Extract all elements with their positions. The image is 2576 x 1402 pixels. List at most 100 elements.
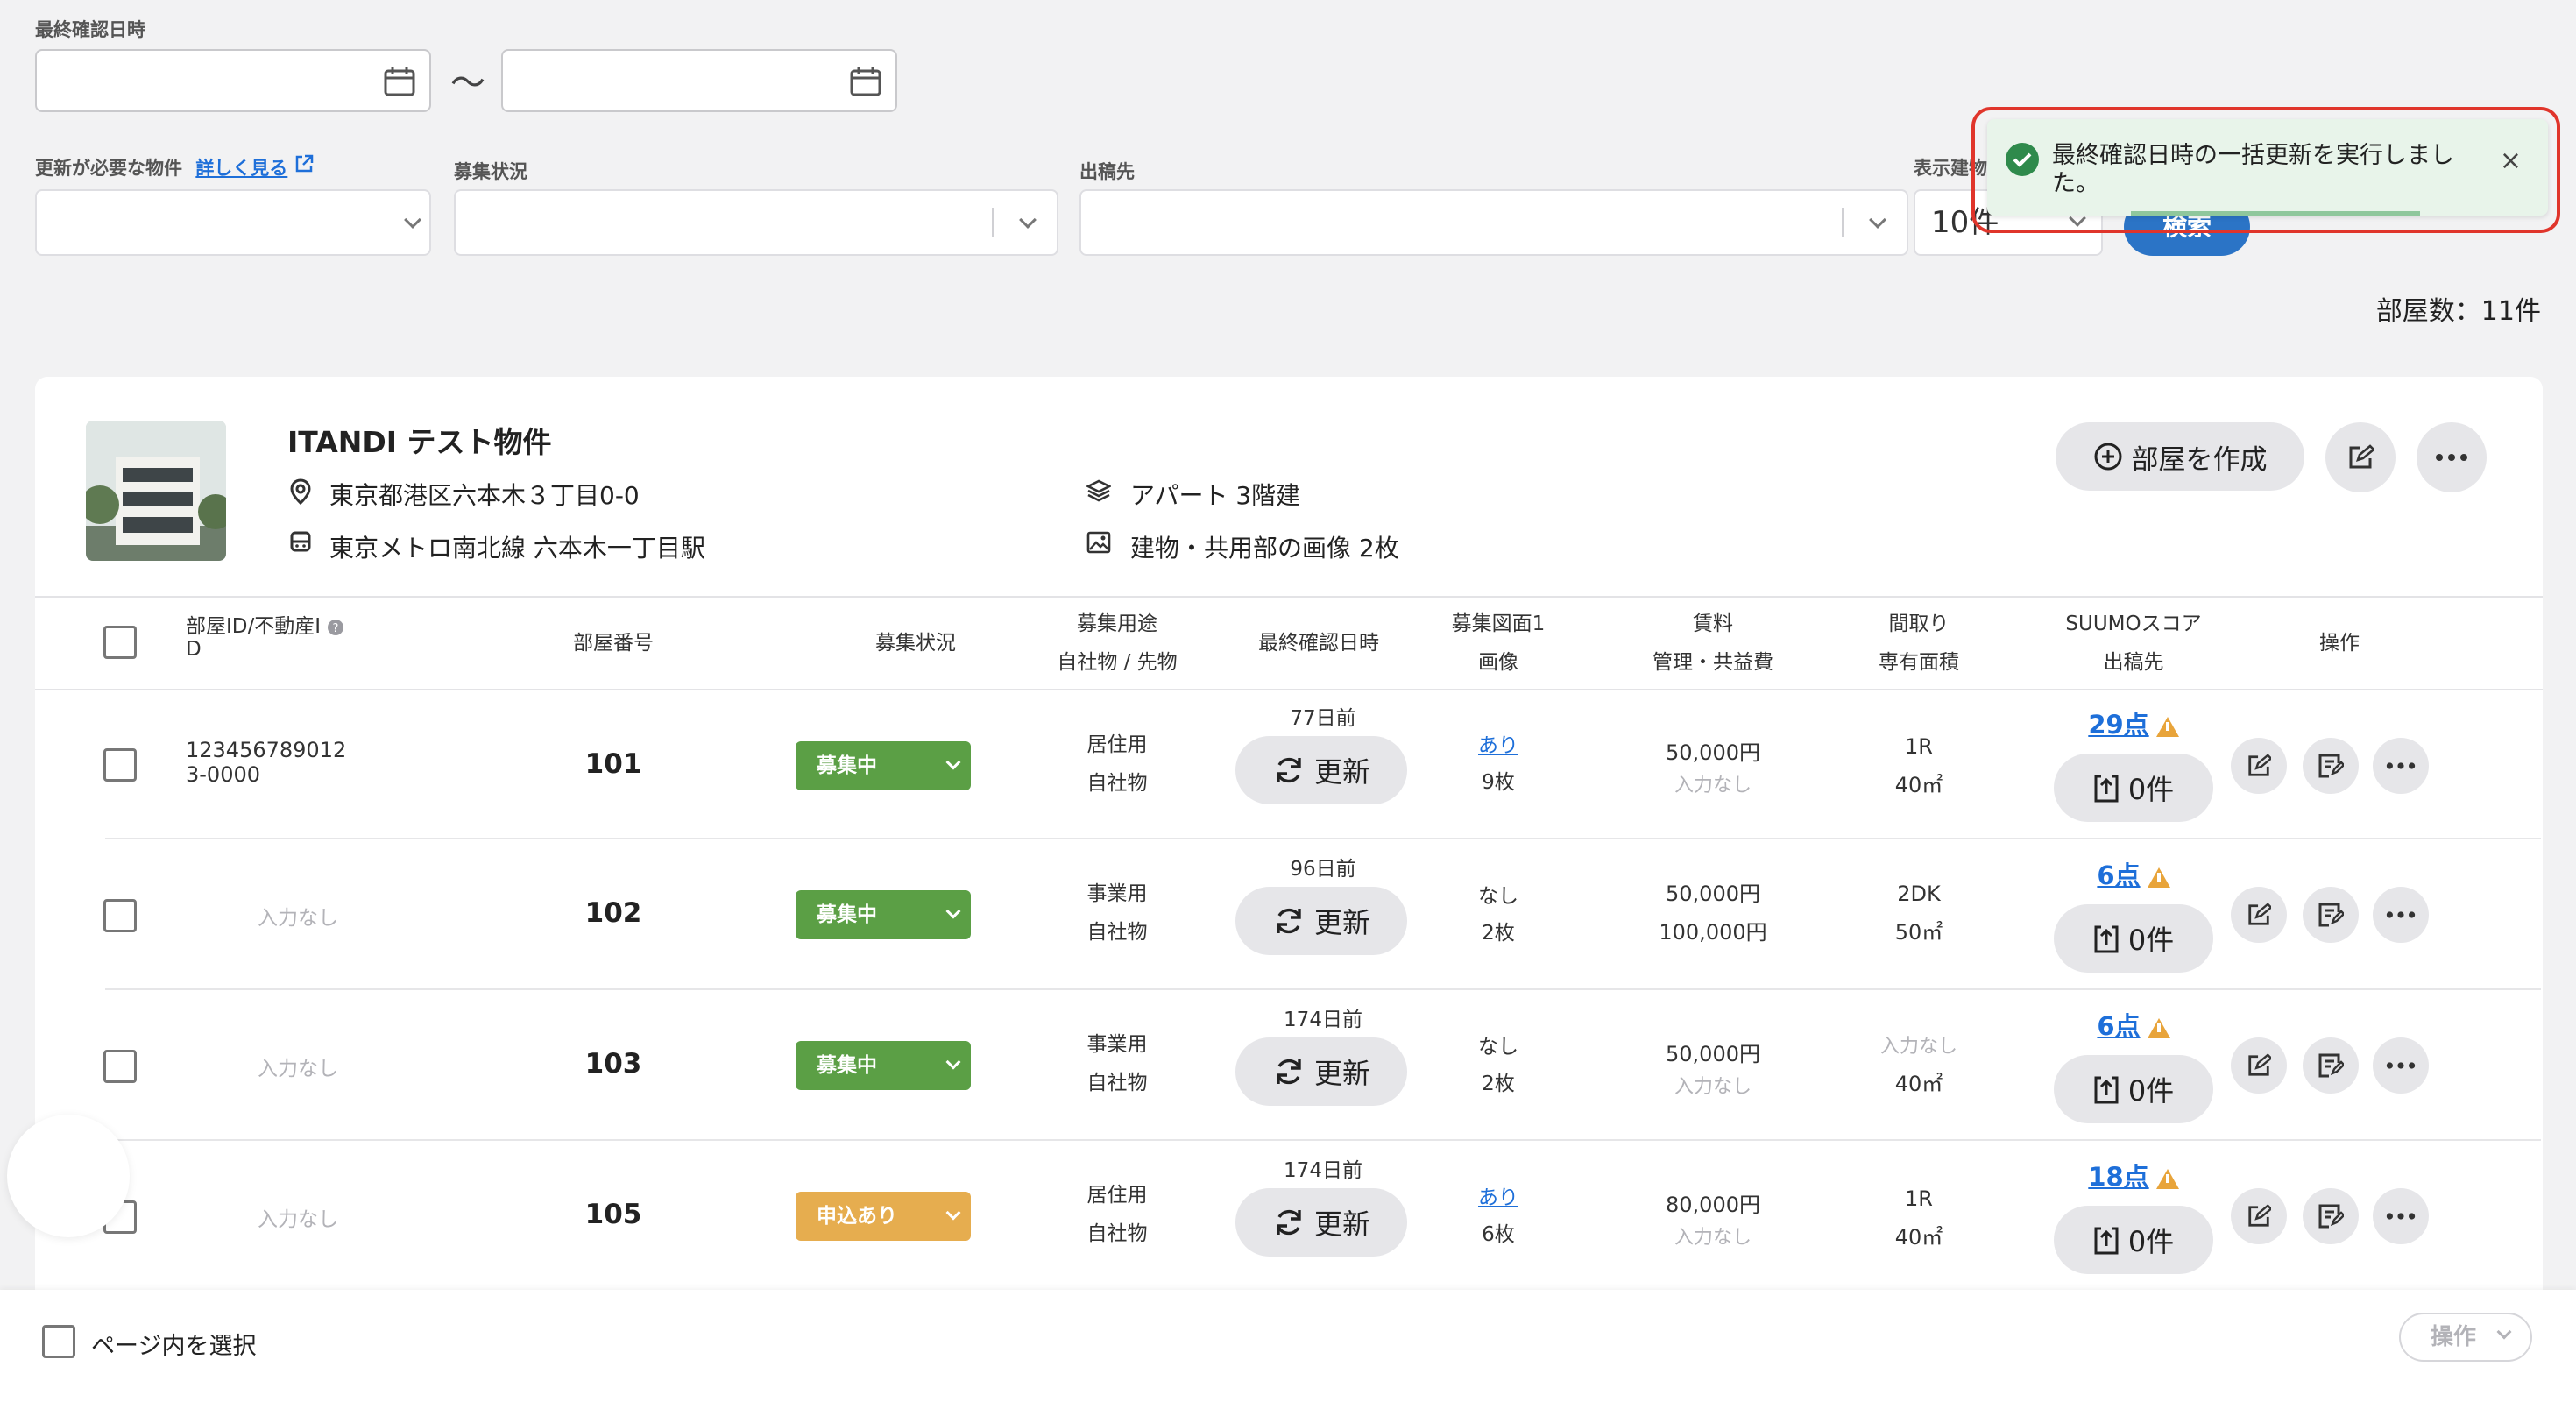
- rent-cell: 50,000円 100,000円: [1659, 882, 1767, 945]
- use-cell: 居住用 自社物: [1086, 733, 1148, 795]
- update-button[interactable]: 更新: [1235, 1037, 1407, 1106]
- note-edit-icon: [2318, 903, 2344, 927]
- update-button[interactable]: 更新: [1235, 736, 1407, 804]
- row-more-button[interactable]: [2373, 887, 2429, 943]
- publish-count-button[interactable]: 0件: [2054, 754, 2213, 822]
- plan-cell: なし 2枚: [1478, 885, 1518, 945]
- train-icon: [290, 531, 311, 552]
- refresh-icon: [1277, 1209, 1301, 1236]
- edit-icon: [2248, 1204, 2271, 1227]
- header-plan: 募集図面1 画像: [1451, 612, 1546, 674]
- row-checkbox[interactable]: [103, 1050, 137, 1083]
- building-image: [86, 421, 226, 561]
- row-note-button[interactable]: [2303, 887, 2359, 943]
- note-edit-icon: [2318, 754, 2344, 778]
- note-edit-icon: [2318, 1053, 2344, 1078]
- plan-cell: あり 6枚: [1428, 1179, 1568, 1253]
- date-from-input[interactable]: [35, 49, 431, 112]
- details-link[interactable]: 詳しく見る: [195, 158, 287, 179]
- range-separator: 〜: [450, 63, 485, 103]
- more-horizontal-icon: [2386, 762, 2416, 769]
- room-number: 105: [584, 1199, 642, 1230]
- row-more-button[interactable]: [2373, 1037, 2429, 1094]
- location-pin-icon: [290, 478, 311, 505]
- footer-bar: ページ内を選択 操作: [0, 1290, 2576, 1402]
- row-more-button[interactable]: [2373, 1188, 2429, 1244]
- property-images: 建物・共用部の画像 2枚: [1130, 534, 1399, 563]
- create-room-button[interactable]: 部屋を作成: [2056, 422, 2304, 491]
- help-icon[interactable]: ?: [327, 619, 344, 636]
- suumo-score[interactable]: 6点: [2050, 1006, 2217, 1043]
- status-dropdown[interactable]: 申込あり: [796, 1192, 971, 1241]
- suumo-score[interactable]: 18点: [2050, 1157, 2217, 1193]
- property-station: 東京メトロ南北線 六本木一丁目駅: [329, 534, 705, 563]
- more-options-button[interactable]: [2417, 422, 2487, 492]
- upload-icon: [2094, 925, 2119, 953]
- plan-link[interactable]: あり: [1428, 727, 1568, 764]
- recruit-status-select[interactable]: [454, 189, 1058, 256]
- suumo-score[interactable]: 29点: [2050, 705, 2217, 741]
- publish-count-button[interactable]: 0件: [2054, 1206, 2213, 1274]
- check-circle-icon: [2006, 143, 2039, 176]
- publish-count-button[interactable]: 0件: [2054, 904, 2213, 973]
- upload-icon: [2094, 1227, 2119, 1255]
- status-dropdown[interactable]: 募集中: [796, 1041, 971, 1090]
- publish-count-button[interactable]: 0件: [2054, 1055, 2213, 1123]
- row-edit-button[interactable]: [2231, 1037, 2287, 1094]
- use-cell: 居住用 自社物: [1086, 1184, 1148, 1245]
- update-button[interactable]: 更新: [1235, 887, 1407, 955]
- row-edit-button[interactable]: [2231, 738, 2287, 794]
- header-suumo: SUUMOスコア 出稿先: [2065, 612, 2202, 674]
- edit-property-button[interactable]: [2325, 422, 2396, 492]
- needs-update-select[interactable]: [35, 189, 431, 256]
- select-page-label: ページ内を選択: [91, 1333, 257, 1360]
- room-id: 入力なし: [258, 907, 338, 930]
- more-horizontal-icon: [2386, 1062, 2416, 1069]
- row-edit-button[interactable]: [2231, 887, 2287, 943]
- publish-target-select[interactable]: [1079, 189, 1908, 256]
- more-horizontal-icon: [2386, 911, 2416, 918]
- upload-icon: [2094, 775, 2119, 803]
- last-confirmed-days: 174日前: [1284, 1159, 1362, 1182]
- status-dropdown[interactable]: 募集中: [796, 890, 971, 939]
- layout-cell: 1R 40㎡: [1894, 734, 1943, 797]
- row-more-button[interactable]: [2373, 738, 2429, 794]
- status-dropdown[interactable]: 募集中: [796, 741, 971, 790]
- success-toast: 最終確認日時の一括更新を実行しました。 ×: [1987, 119, 2548, 216]
- row-checkbox[interactable]: [103, 748, 137, 782]
- row-note-button[interactable]: [2303, 738, 2359, 794]
- plus-circle-icon: [2094, 443, 2121, 471]
- date-to-input[interactable]: [501, 49, 897, 112]
- rent-cell: 80,000円 入力なし: [1666, 1193, 1760, 1249]
- svg-text:?: ?: [333, 622, 339, 635]
- more-horizontal-icon: [2386, 1213, 2416, 1220]
- close-icon[interactable]: ×: [2500, 145, 2522, 176]
- use-cell: 事業用 自社物: [1086, 1033, 1148, 1094]
- calendar-icon[interactable]: [384, 67, 415, 96]
- floating-action-button[interactable]: [7, 1115, 130, 1237]
- warning-icon: [2147, 1017, 2170, 1038]
- row-note-button[interactable]: [2303, 1037, 2359, 1094]
- row-note-button[interactable]: [2303, 1188, 2359, 1244]
- bulk-operations-button[interactable]: 操作: [2399, 1313, 2532, 1362]
- row-edit-button[interactable]: [2231, 1188, 2287, 1244]
- row-checkbox[interactable]: [103, 899, 137, 932]
- select-all-checkbox[interactable]: [103, 626, 137, 659]
- suumo-score[interactable]: 6点: [2050, 855, 2217, 892]
- toast-progress: [2131, 211, 2420, 216]
- last-confirmed-label: 最終確認日時: [35, 19, 145, 40]
- external-link-icon: [295, 154, 313, 173]
- rent-cell: 50,000円 入力なし: [1666, 1042, 1760, 1098]
- header-room-id: 部屋ID/不動産I ? D: [186, 615, 344, 661]
- warning-icon: [2155, 1168, 2179, 1189]
- chevron-down-icon: [945, 1205, 961, 1221]
- update-button[interactable]: 更新: [1235, 1188, 1407, 1257]
- chevron-down-icon: [2496, 1324, 2512, 1340]
- header-use: 募集用途 自社物 / 先物: [1057, 612, 1178, 674]
- plan-link[interactable]: あり: [1428, 1179, 1568, 1216]
- calendar-icon[interactable]: [850, 67, 881, 96]
- warning-icon: [2155, 716, 2179, 737]
- chevron-down-icon: [1019, 211, 1037, 229]
- select-page-checkbox[interactable]: [42, 1325, 75, 1358]
- upload-icon: [2094, 1076, 2119, 1104]
